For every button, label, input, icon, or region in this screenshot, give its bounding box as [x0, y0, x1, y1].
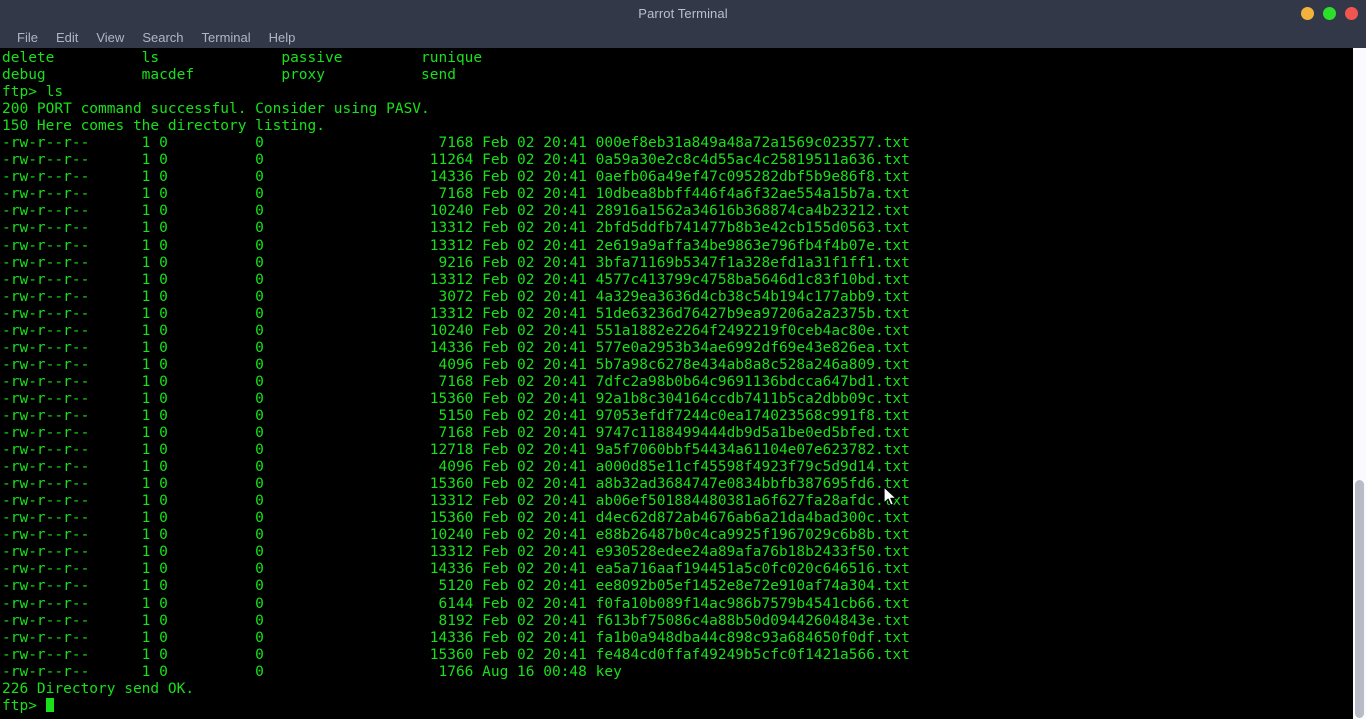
- menu-search[interactable]: Search: [133, 28, 192, 47]
- menu-help[interactable]: Help: [260, 28, 305, 47]
- minimize-button[interactable]: [1301, 6, 1314, 20]
- menu-view[interactable]: View: [87, 28, 133, 47]
- terminal-scrollbar-thumb[interactable]: [1355, 480, 1364, 718]
- close-button[interactable]: [1345, 6, 1358, 20]
- terminal-window: Parrot Terminal File Edit View Search Termin…: [0, 0, 1366, 719]
- menu-file[interactable]: File: [8, 28, 47, 47]
- window-title: Parrot Terminal: [638, 5, 728, 21]
- terminal-text: delete ls passive runique debug macdef p…: [2, 50, 910, 714]
- terminal-scrollbar-track[interactable]: [1353, 48, 1366, 719]
- title-bar[interactable]: Parrot Terminal: [0, 0, 1366, 26]
- menu-terminal[interactable]: Terminal: [193, 28, 260, 47]
- terminal-cursor: [45, 698, 55, 713]
- menu-bar: File Edit View Search Terminal Help: [0, 26, 1366, 48]
- window-controls: [1301, 0, 1358, 26]
- maximize-button[interactable]: [1323, 6, 1336, 20]
- terminal-output-area[interactable]: delete ls passive runique debug macdef p…: [0, 48, 1366, 719]
- menu-edit[interactable]: Edit: [47, 28, 87, 47]
